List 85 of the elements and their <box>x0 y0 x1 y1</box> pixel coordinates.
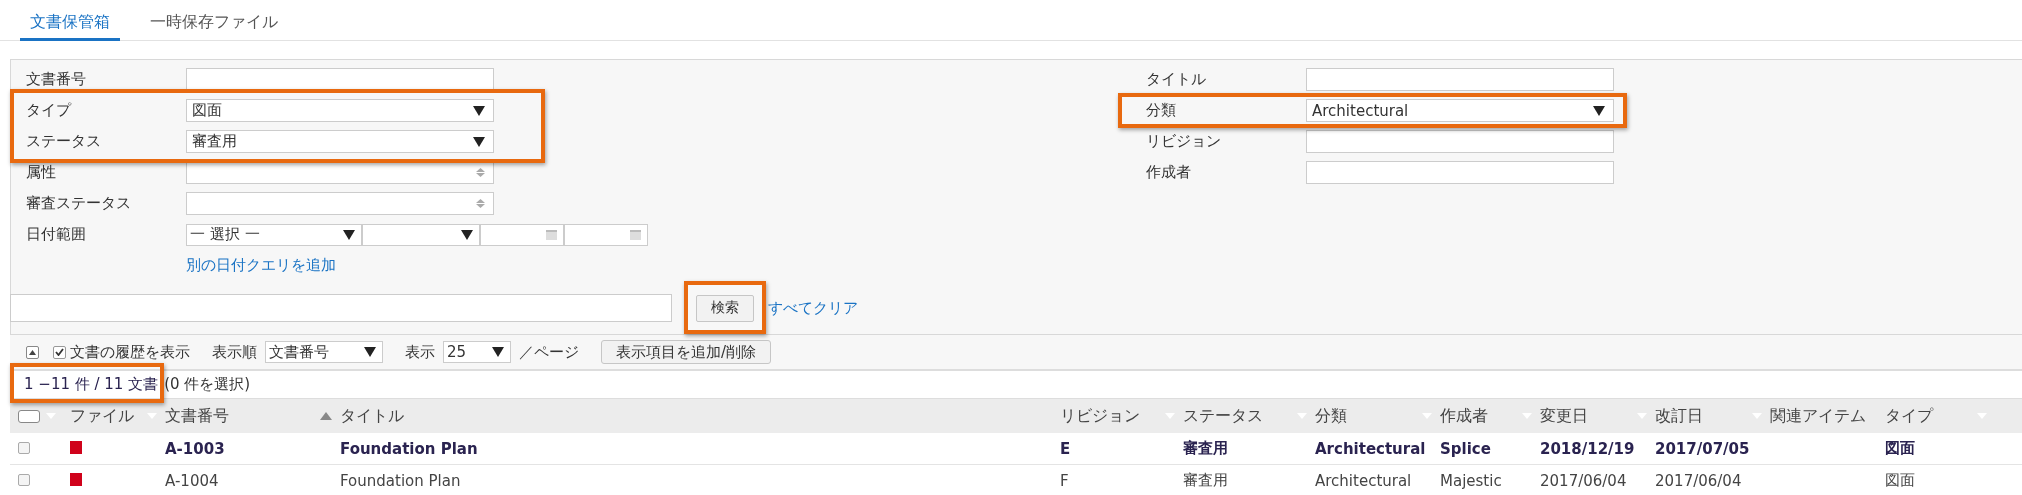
table-cell-text: A-1003 <box>165 439 226 458</box>
select-field[interactable]: 審査用 <box>186 130 494 153</box>
table-cell-text: 審査用 <box>1183 439 1229 458</box>
column-header[interactable]: 関連アイテム <box>1770 405 1885 427</box>
calendar-icon <box>546 229 557 240</box>
column-header[interactable]: タイトル <box>340 405 1060 427</box>
table-cell-text: 審査用 <box>1183 471 1229 490</box>
table-cell-text: 2018/12/19 <box>1540 439 1636 458</box>
table-cell-text: Foundation Plan <box>340 439 479 458</box>
table-cell-text: 図面 <box>1885 471 1916 490</box>
caret-down-icon <box>473 136 485 147</box>
column-header[interactable]: タイプ <box>1885 405 1995 427</box>
sort-select[interactable]: 文書番号 <box>265 341 383 363</box>
table-cell-text: Architectural <box>1315 471 1413 490</box>
per-page-select[interactable]: 25 <box>443 341 511 363</box>
table-cell-text: Foundation Plan <box>340 471 462 490</box>
column-header[interactable]: ファイル <box>70 405 165 427</box>
row-checkbox[interactable] <box>18 442 30 454</box>
combo-field[interactable] <box>186 161 494 184</box>
field-label: リビジョン <box>1146 132 1222 151</box>
caret-down-icon <box>492 347 504 357</box>
column-header[interactable]: リビジョン <box>1060 405 1183 427</box>
table-cell-text: Majestic <box>1440 471 1503 490</box>
per-page-suffix: ／ページ <box>519 342 579 362</box>
caret-down-icon <box>473 105 485 116</box>
column-header[interactable]: 文書番号 <box>165 405 229 427</box>
selection-count: (0 件を選択) <box>164 375 251 394</box>
caret-down-icon <box>461 229 473 240</box>
sort-ascending-icon <box>320 412 332 420</box>
tab[interactable]: 一時保存ファイル <box>140 8 288 41</box>
text-field[interactable] <box>1306 130 1614 153</box>
column-header[interactable]: 変更日 <box>1540 405 1655 427</box>
field-label: タイトル <box>1146 70 1207 89</box>
select-field[interactable]: 図面 <box>186 99 494 122</box>
checkbox[interactable] <box>53 345 66 359</box>
sort-label: 表示順 <box>212 342 257 362</box>
field-label: 属性 <box>26 163 57 182</box>
caret-down-icon <box>364 347 376 357</box>
select-field[interactable]: Architectural <box>1306 99 1614 122</box>
date-field[interactable] <box>480 223 564 246</box>
calendar-icon <box>630 229 641 240</box>
result-count: 1 −11 件 / 11 文書 <box>24 375 159 394</box>
text-field[interactable] <box>1306 161 1614 184</box>
combo-arrows-icon <box>476 199 485 208</box>
field-label: 日付範囲 <box>26 225 87 244</box>
clear-all-link[interactable]: すべてクリア <box>768 298 858 318</box>
table-cell-text: 2017/06/04 <box>1655 471 1743 490</box>
column-header[interactable]: ステータス <box>1183 405 1315 427</box>
combo-field[interactable] <box>186 192 494 215</box>
table-cell-text: A-1004 <box>165 471 220 490</box>
row-checkbox[interactable] <box>18 474 30 486</box>
select-all-checkbox[interactable] <box>18 409 40 423</box>
table-cell-text: 2017/06/04 <box>1540 471 1628 490</box>
field-label: 作成者 <box>1146 163 1192 182</box>
table-cell-text: 2017/07/05 <box>1655 439 1751 458</box>
table-cell-text: E <box>1060 439 1072 458</box>
field-label: 分類 <box>1146 101 1177 120</box>
caret-down-icon <box>343 229 355 240</box>
select-field[interactable] <box>362 223 480 246</box>
per-page-label: 表示 <box>405 342 435 362</box>
search-button[interactable]: 検索 <box>696 294 754 322</box>
text-field[interactable] <box>1306 68 1614 91</box>
tab[interactable]: 文書保管箱 <box>20 8 120 41</box>
table-cell-text: Splice <box>1440 439 1492 458</box>
table-cell-text: Architectural <box>1315 439 1427 458</box>
collapse-button[interactable] <box>26 345 39 359</box>
caret-up-icon <box>29 349 36 355</box>
add-date-query-link[interactable]: 別の日付クエリを追加 <box>186 256 336 275</box>
table-cell-text: 図面 <box>1885 439 1916 458</box>
column-header[interactable]: 作成者 <box>1440 405 1540 427</box>
text-field[interactable] <box>186 68 494 91</box>
field-label: 文書番号 <box>26 70 87 89</box>
search-field[interactable] <box>10 294 672 322</box>
field-label: ステータス <box>26 132 102 151</box>
column-header[interactable]: 分類 <box>1315 405 1440 427</box>
combo-arrows-icon <box>476 168 485 177</box>
field-label: 審査ステータス <box>26 194 132 213</box>
column-header[interactable]: 改訂日 <box>1655 405 1770 427</box>
columns-button[interactable]: 表示項目を追加/削除 <box>601 340 772 364</box>
table-cell-text: F <box>1060 471 1070 490</box>
field-label: タイプ <box>26 101 73 120</box>
select-field[interactable]: 一 選択 一 <box>186 223 362 246</box>
checkbox-label: 文書の履歴を表示 <box>70 342 190 362</box>
caret-down-icon <box>1593 105 1605 116</box>
date-field[interactable] <box>564 223 648 246</box>
